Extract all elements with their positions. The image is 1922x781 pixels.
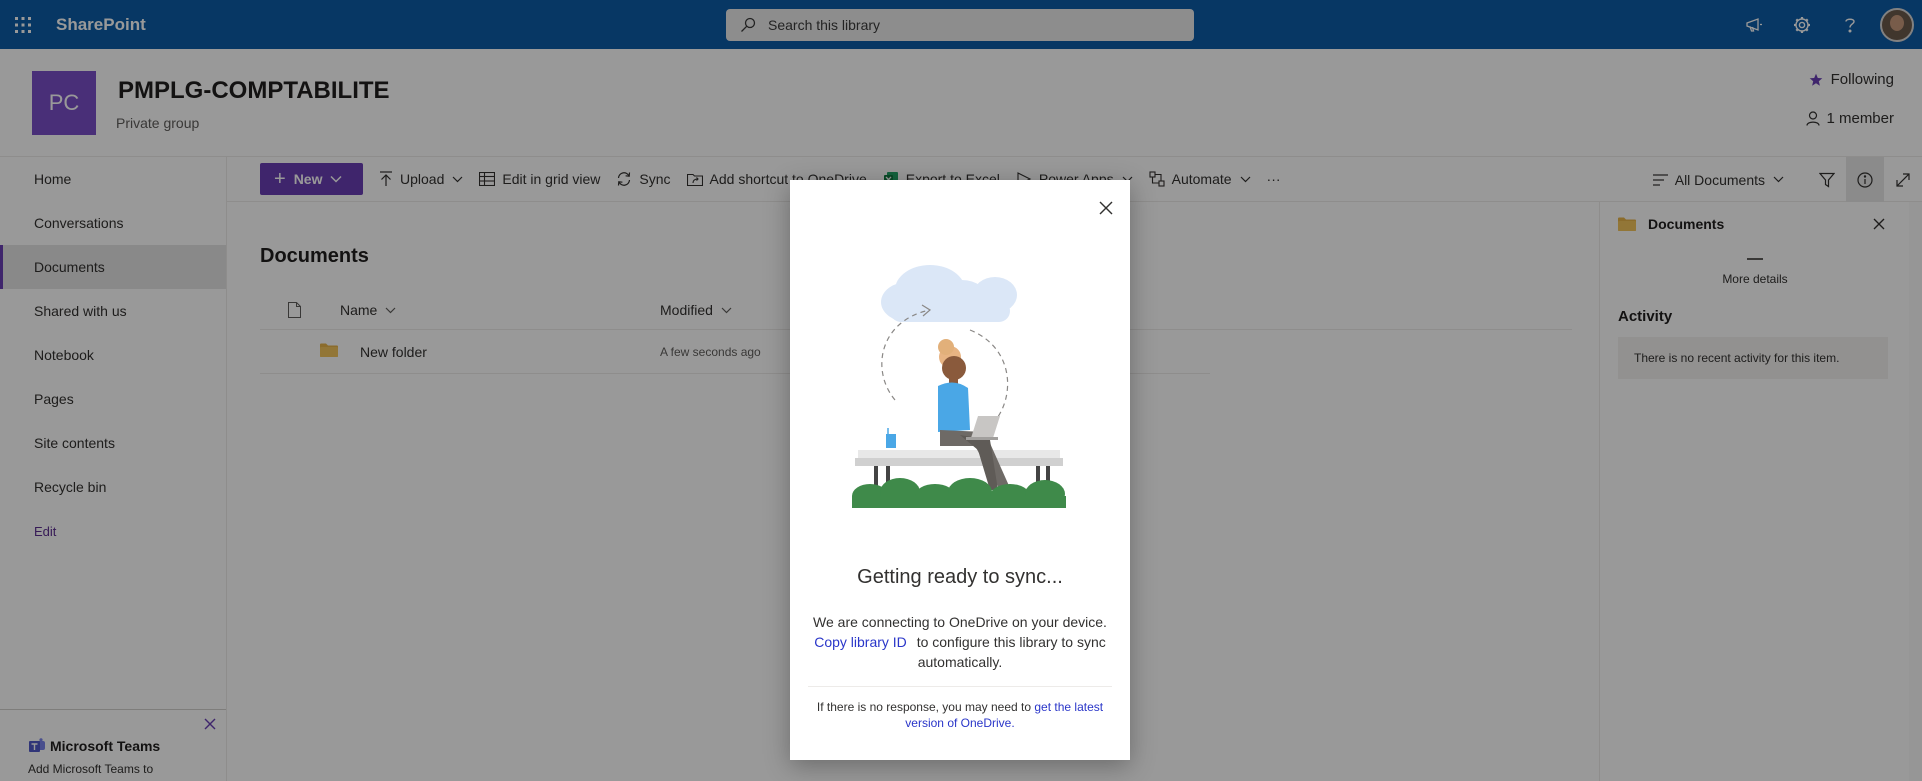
dialog-message: We are connecting to OneDrive on your de… <box>808 612 1112 672</box>
dialog-divider <box>808 686 1112 687</box>
dialog-title: Getting ready to sync... <box>857 566 1063 588</box>
dialog-footer-text: If there is no response, you may need to <box>816 700 1032 714</box>
copy-library-id-link[interactable]: Copy library ID <box>814 634 907 650</box>
dialog-message-rest: to configure this library to sync automa… <box>916 634 1106 670</box>
close-icon[interactable] <box>1096 198 1116 218</box>
dialog-message-intro: We are connecting to OneDrive on your de… <box>813 614 1107 630</box>
sync-illustration <box>850 250 1070 510</box>
dialog-footer: If there is no response, you may need to… <box>808 699 1112 731</box>
sync-dialog: Getting ready to sync... We are connecti… <box>790 180 1130 760</box>
